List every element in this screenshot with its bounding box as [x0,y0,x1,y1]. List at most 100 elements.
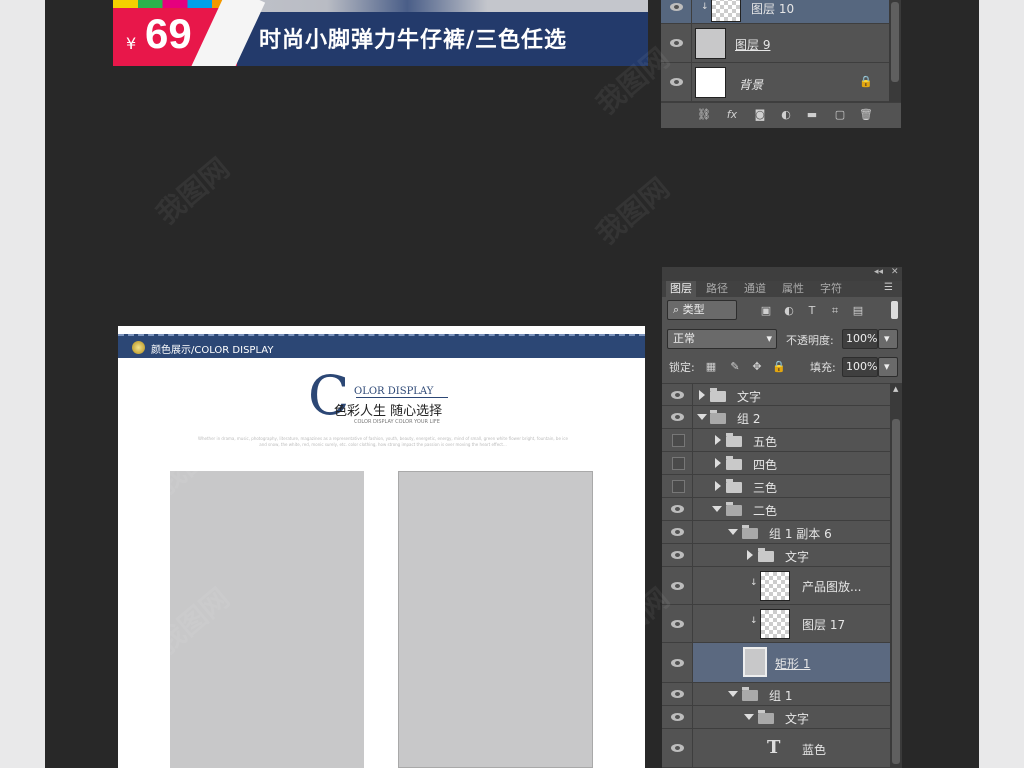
link-icon[interactable]: ⛓ [697,108,711,122]
folder-icon [726,456,742,470]
layer-name: 文字 [785,550,810,564]
visibility-toggle[interactable] [662,544,693,566]
visibility-toggle[interactable] [662,429,693,451]
tab-character[interactable]: 字符 [816,281,846,297]
visibility-toggle[interactable] [662,452,693,474]
hidden-checkbox [672,434,685,447]
lock-transparency-icon[interactable]: ▦ [704,360,718,374]
layer-row[interactable]: 文字 [662,706,890,729]
smart-object-filter-icon[interactable]: ▤ [851,304,865,318]
filter-kind-select[interactable]: ⌕ 类型 [667,300,737,320]
banner-title: 时尚小脚弹力牛仔裤/三色任选 [259,28,568,53]
subheading-en: COLOR DISPLAY COLOR YOUR LIFE [354,419,440,425]
collapse-arrow-icon[interactable] [744,714,754,720]
visibility-toggle[interactable] [662,706,693,728]
fill-dropdown[interactable]: ▾ [878,357,898,377]
lock-pixels-icon[interactable]: ✎ [728,360,742,374]
layer-row[interactable]: 文字 [662,383,890,406]
fill-input[interactable]: 100% [842,357,878,377]
bullet-icon [132,341,145,354]
adjustment-icon[interactable]: ◐ [779,108,793,122]
visibility-toggle[interactable] [661,63,692,101]
clip-arrow-icon: ↓ [701,2,709,12]
image-placeholder-left [170,471,364,768]
folder-open-icon [758,710,774,724]
layer-row[interactable]: ↓ 产品图放... [662,567,890,605]
hidden-checkbox [672,457,685,470]
collapse-arrow-icon[interactable] [712,506,722,512]
collapse-arrow-icon[interactable] [728,691,738,697]
scrollbar-thumb[interactable] [892,419,900,764]
filter-toggle[interactable] [891,301,898,319]
shape-filter-icon[interactable]: ⌗ [828,304,842,318]
visibility-toggle[interactable] [662,729,693,767]
expand-arrow-icon[interactable] [715,458,721,468]
layer-row[interactable]: 文字 [662,544,890,567]
chevron-down-icon: ▾ [766,332,772,345]
expand-arrow-icon[interactable] [699,390,705,400]
new-layer-icon[interactable]: ▢ [833,108,847,122]
folder-open-icon [742,687,758,701]
visibility-toggle[interactable] [661,24,692,62]
opacity-input[interactable]: 100% [842,329,878,349]
visibility-toggle[interactable] [661,0,692,23]
visibility-toggle[interactable] [662,498,693,520]
layer-row[interactable]: 二色 [662,498,890,521]
tab-properties[interactable]: 属性 [778,281,808,297]
close-icon[interactable]: ✕ [891,267,899,277]
visibility-toggle[interactable] [662,683,693,705]
heading-zh: 色彩人生 随心选择 [334,404,443,419]
mask-icon[interactable]: ◙ [753,108,767,122]
layer-row[interactable]: 组 1 [662,683,890,706]
layer-row[interactable]: ↓ 图层 10 [661,0,889,24]
color-display-page: 颜色展示/COLOR DISPLAY C OLOR DISPLAY 色彩人生 随… [118,326,645,768]
layer-row[interactable]: 背景 🔒 [661,63,889,102]
visibility-toggle[interactable] [662,406,693,428]
eye-icon [671,582,684,590]
layer-row[interactable]: 组 1 副本 6 [662,521,890,544]
folder-open-icon [742,525,758,539]
trash-icon[interactable]: 🗑 [859,108,873,122]
type-filter-icon[interactable]: T [805,304,819,318]
opacity-dropdown[interactable]: ▾ [878,329,898,349]
layer-row[interactable]: 图层 9 [661,24,889,63]
layer-row[interactable]: ↓ 图层 17 [662,605,890,643]
panel-titlebar: ◂◂ ✕ [662,267,902,281]
price-value: 69 [145,10,192,57]
tab-paths[interactable]: 路径 [702,281,732,297]
collapse-arrow-icon[interactable] [697,414,707,420]
fx-icon[interactable]: fx [725,108,739,122]
expand-arrow-icon[interactable] [747,550,753,560]
layer-row[interactable]: 组 2 [662,406,890,429]
lock-all-icon[interactable]: 🔒 [772,360,786,374]
layer-row[interactable]: 四色 [662,452,890,475]
expand-arrow-icon[interactable] [715,481,721,491]
scrollbar[interactable] [889,0,901,102]
eye-icon [670,3,683,11]
adjustment-filter-icon[interactable]: ◐ [782,304,796,318]
visibility-toggle[interactable] [662,475,693,497]
scrollbar[interactable]: ▲ [890,383,902,768]
image-filter-icon[interactable]: ▣ [759,304,773,318]
collapse-icon[interactable]: ◂◂ [874,267,883,277]
visibility-toggle[interactable] [662,384,693,405]
layer-row[interactable]: 三色 [662,475,890,498]
visibility-toggle[interactable] [662,605,693,642]
tab-channels[interactable]: 通道 [740,281,770,297]
layer-row[interactable]: 五色 [662,429,890,452]
scrollbar-thumb[interactable] [891,2,899,82]
tab-layers[interactable]: 图层 [666,281,696,297]
visibility-toggle[interactable] [662,643,693,682]
folder-icon[interactable]: ▬ [805,108,819,122]
scroll-up-icon[interactable]: ▲ [893,385,898,393]
section-header-label: 颜色展示/COLOR DISPLAY [151,345,274,356]
lock-position-icon[interactable]: ✥ [750,360,764,374]
expand-arrow-icon[interactable] [715,435,721,445]
layer-row[interactable]: T 蓝色 [662,729,890,768]
layer-row-selected[interactable]: 矩形 1 [662,643,890,683]
visibility-toggle[interactable] [662,567,693,604]
visibility-toggle[interactable] [662,521,693,543]
collapse-arrow-icon[interactable] [728,529,738,535]
blend-mode-select[interactable]: 正常 ▾ [667,329,777,349]
panel-menu-icon[interactable]: ☰ [884,282,893,293]
